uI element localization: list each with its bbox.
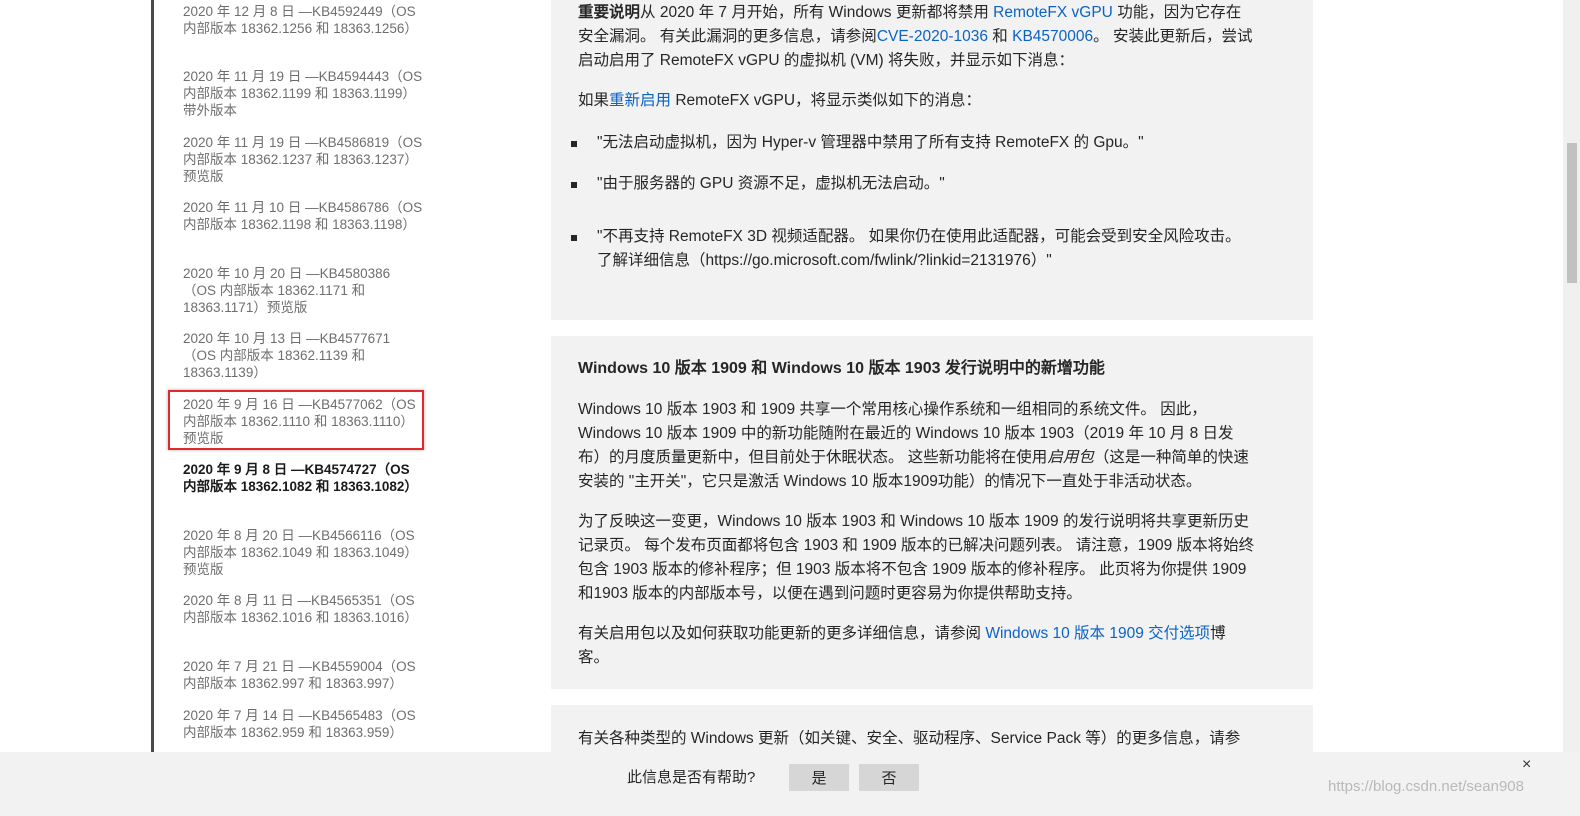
watermark-text: https://blog.csdn.net/sean908 [1328,778,1524,795]
sidebar-item-kb4574727-current[interactable]: 2020 年 9 月 8 日 —KB4574727（OS 内部版本 18362.… [183,461,423,495]
bullet-text: "无法启动虚拟机，因为 Hyper-v 管理器中禁用了所有支持 RemoteFX… [597,134,1144,151]
reenable-text-2: RemoteFX vGPU，将显示类似如下的消息： [671,92,982,109]
shared-core-paragraph: Windows 10 版本 1903 和 1909 共享一个常用核心操作系统和一… [578,398,1255,494]
list-item: "无法启动虚拟机，因为 Hyper-v 管理器中禁用了所有支持 RemoteFX… [571,131,1255,155]
sidebar-item-kb4565351[interactable]: 2020 年 8 月 11 日 —KB4565351（OS 内部版本 18362… [183,592,423,626]
bullet-text: "不再支持 RemoteFX 3D 视频适配器。 如果你仍在使用此适配器，可能会… [597,228,1241,269]
sidebar-item-kb4586819[interactable]: 2020 年 11 月 19 日 —KB4586819（OS 内部版本 1836… [183,134,423,185]
scrollbar-track[interactable] [1563,0,1580,752]
section-heading: Windows 10 版本 1909 和 Windows 10 版本 1903 … [578,360,1105,377]
highlight-annotation-box [168,390,424,450]
cve-2020-1036-link[interactable]: CVE-2020-1036 [877,28,988,45]
delivery-options-link[interactable]: Windows 10 版本 1909 交付选项 [985,625,1210,642]
sidebar-item-kb4586786[interactable]: 2020 年 11 月 10 日 —KB4586786（OS 内部版本 1836… [183,199,423,233]
list-item: "不再支持 RemoteFX 3D 视频适配器。 如果你仍在使用此适配器，可能会… [571,225,1255,273]
sidebar-item-kb4566116[interactable]: 2020 年 8 月 20 日 —KB4566116（OS 内部版本 18362… [183,527,423,578]
important-label: 重要说明 [578,4,641,21]
sidebar-item-kb4594443[interactable]: 2020 年 11 月 19 日 —KB4594443（OS 内部版本 1836… [183,68,423,119]
important-text-1: 从 2020 年 7 月开始，所有 Windows 更新都将禁用 [640,4,994,21]
reenable-text-1: 如果 [578,92,610,109]
delivery-options-paragraph: 有关启用包以及如何获取功能更新的更多详细信息，请参阅 Windows 10 版本… [578,622,1255,670]
error-message-list: "无法启动虚拟机，因为 Hyper-v 管理器中禁用了所有支持 RemoteFX… [571,131,1255,273]
sidebar-item-kb4559004[interactable]: 2020 年 7 月 21 日 —KB4559004（OS 内部版本 18362… [183,658,423,692]
bullet-icon [571,141,577,147]
kb4570006-link[interactable]: KB4570006 [1012,28,1093,45]
bullet-icon [571,182,577,188]
close-icon[interactable]: × [1522,756,1531,774]
reenable-paragraph: 如果重新启用 RemoteFX vGPU，将显示类似如下的消息： [578,89,1255,113]
important-note-card: 重要说明从 2020 年 7 月开始，所有 Windows 更新都将禁用 Rem… [551,0,1313,320]
important-text-3: 和 [987,28,1013,45]
reenable-link[interactable]: 重新启用 [609,92,671,109]
sidebar-item-kb4577671[interactable]: 2020 年 10 月 13 日 —KB4577671（OS 内部版本 1836… [183,330,423,381]
feedback-bar: 此信息是否有帮助? 是 否 × https://blog.csdn.net/se… [0,752,1580,816]
remotefx-vgpu-link[interactable]: RemoteFX vGPU [993,4,1113,21]
sidebar-rule [151,0,154,752]
whats-new-card: Windows 10 版本 1909 和 Windows 10 版本 1903 … [551,336,1313,689]
sidebar-item-kb4580386[interactable]: 2020 年 10 月 20 日 —KB4580386（OS 内部版本 1836… [183,265,423,316]
feedback-question: 此信息是否有帮助? [627,769,756,786]
sidebar-item-kb4565483[interactable]: 2020 年 7 月 14 日 —KB4565483（OS 内部版本 18362… [183,707,423,741]
enablement-package-term: 启用包 [1047,449,1094,466]
sidebar-item-kb4592449[interactable]: 2020 年 12 月 8 日 —KB4592449（OS 内部版本 18362… [183,3,423,37]
important-note-paragraph: 重要说明从 2020 年 7 月开始，所有 Windows 更新都将禁用 Rem… [578,1,1255,73]
update-types-paragraph: 有关各种类型的 Windows 更新（如关键、安全、驱动程序、Service P… [578,730,1241,747]
bullet-text: "由于服务器的 GPU 资源不足，虚拟机无法启动。" [597,175,945,192]
feedback-yes-button[interactable]: 是 [789,764,849,791]
release-notes-paragraph: 为了反映这一变更，Windows 10 版本 1903 和 Windows 10… [578,513,1255,602]
scrollbar-thumb[interactable] [1567,143,1577,283]
delivery-text-1: 有关启用包以及如何获取功能更新的更多详细信息，请参阅 [578,625,986,642]
feedback-no-button[interactable]: 否 [859,764,919,791]
list-item: "由于服务器的 GPU 资源不足，虚拟机无法启动。" [571,172,1255,196]
bullet-icon [571,235,577,241]
